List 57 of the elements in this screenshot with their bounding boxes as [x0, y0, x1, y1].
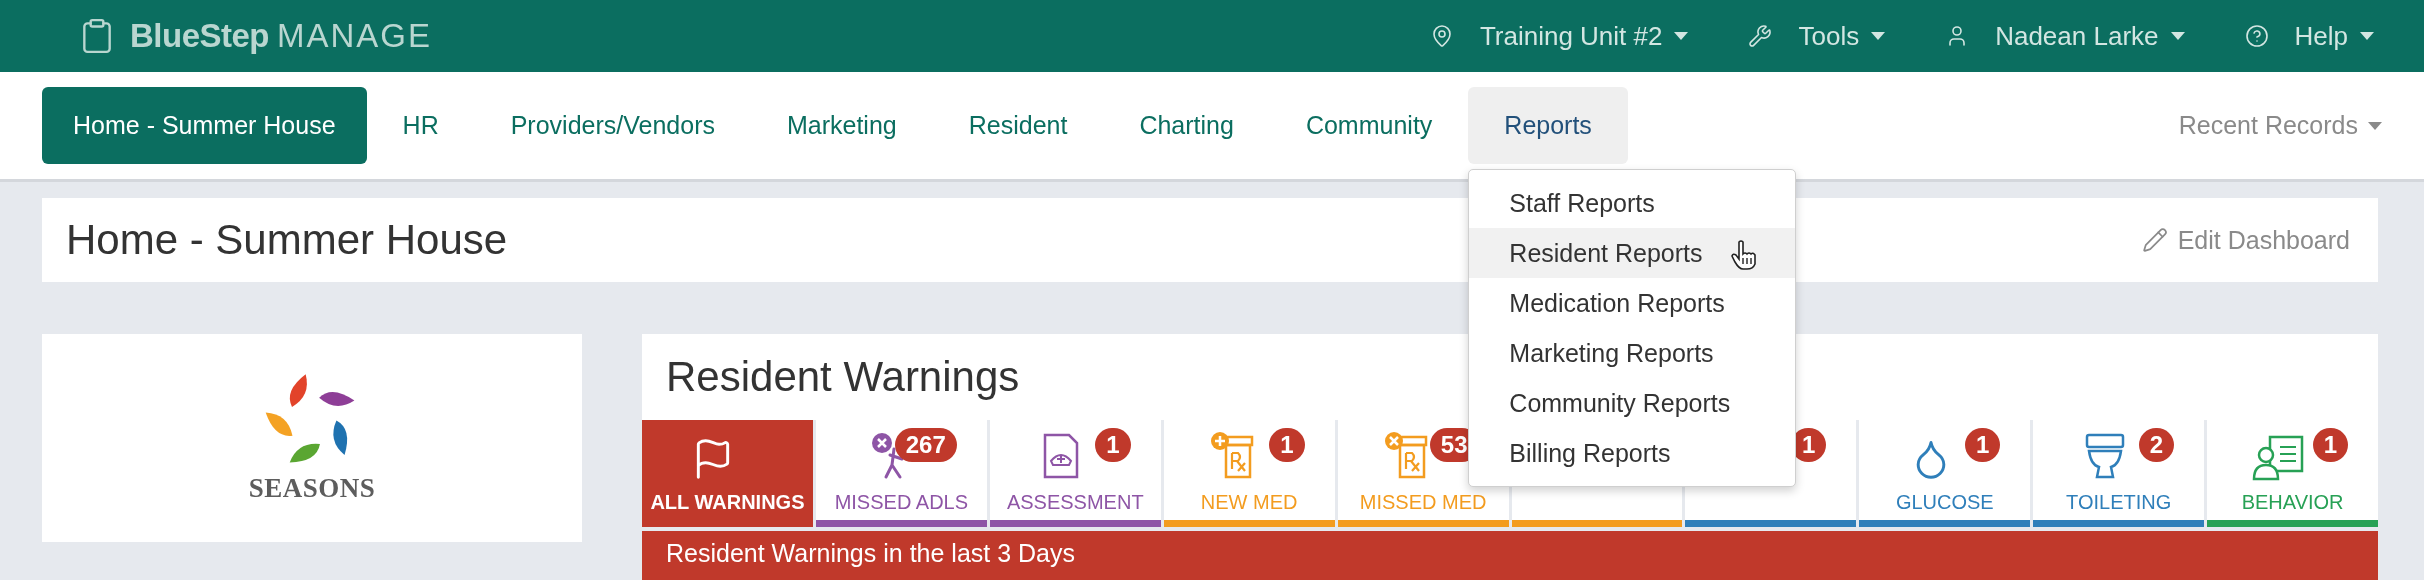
menu-item[interactable]: Resident Reports [1469, 228, 1796, 278]
caret-icon [1674, 32, 1689, 40]
menu-item[interactable]: Medication Reports [1469, 278, 1796, 328]
caret-icon [2360, 32, 2374, 40]
top-menu-button[interactable]: Nadean Larke [1945, 20, 2185, 52]
recent-records-button[interactable]: Recent Records [2178, 111, 2382, 140]
menu-item[interactable]: Staff Reports [1469, 178, 1796, 228]
count-badge: 2 [2138, 428, 2175, 462]
warning-tile[interactable]: TOILETING 2 [2033, 420, 2205, 527]
nav-tab[interactable]: Charting [1103, 87, 1270, 164]
brand-name: BlueStep [130, 17, 270, 55]
count-badge: 267 [894, 428, 957, 462]
nav-tab[interactable]: HR [366, 87, 475, 164]
tile-label: ASSESSMENT [1006, 491, 1144, 514]
caret-icon [2170, 32, 2185, 40]
tile-label: MISSED MED [1359, 491, 1487, 514]
person-x-icon [870, 431, 905, 481]
tile-label: ALL WARNINGS [650, 491, 805, 514]
logo-text: SEASONS [248, 472, 376, 504]
hand-cursor-icon [1731, 240, 1758, 270]
tile-label: BEHAVIOR [2241, 491, 2344, 514]
edit-dashboard-link[interactable]: Edit Dashboard [2141, 225, 2350, 255]
menu-item[interactable]: Billing Reports [1469, 428, 1796, 478]
nav-tab[interactable]: Providers/Vendors [474, 87, 751, 164]
warning-tile[interactable]: BEHAVIOR 1 [2207, 420, 2379, 527]
top-menu-button[interactable]: Help [2244, 20, 2374, 52]
nav-tab[interactable]: Reports [1468, 87, 1628, 164]
count-badge: 1 [2312, 428, 2349, 462]
nav-tab[interactable]: Home - Summer House [42, 87, 367, 164]
nav-tab[interactable]: Marketing [750, 87, 933, 164]
help-icon [2244, 24, 2269, 48]
count-badge: 1 [1269, 428, 1305, 462]
caret-icon [2368, 121, 2382, 130]
wrench-icon [1748, 24, 1773, 48]
tile-label: NEW MED [1200, 491, 1298, 514]
warning-tile[interactable]: MISSED ADLS 267 [815, 420, 987, 527]
top-menu-button[interactable]: Training Unit #2 [1429, 20, 1689, 52]
pencil-icon [2141, 227, 2168, 253]
count-badge: 1 [1964, 428, 2001, 462]
tile-label: MISSED ADLS [834, 491, 969, 514]
top-menu-button[interactable]: Tools [1748, 20, 1886, 52]
warning-tile[interactable]: NEW MED 1 [1163, 420, 1335, 527]
caret-icon [1871, 32, 1886, 40]
person-card-icon [2251, 433, 2306, 481]
panel-title: Resident Warnings [666, 353, 1020, 401]
menu-item[interactable]: Marketing Reports [1469, 328, 1796, 378]
nav-tab[interactable]: Resident [932, 87, 1104, 164]
tile-label: TOILETING [2066, 491, 2172, 514]
tile-label: GLUCOSE [1895, 491, 1994, 514]
warning-tile[interactable]: ASSESSMENT 1 [989, 420, 1161, 527]
product-name: MANAGE [277, 17, 433, 55]
nav-tab[interactable]: Community [1269, 87, 1469, 164]
page-title: Home - Summer House [66, 216, 508, 264]
count-badge: 1 [1095, 428, 1131, 462]
banner-text: Resident Warnings in the last 3 Days [666, 539, 1075, 568]
menu-item[interactable]: Community Reports [1469, 378, 1796, 428]
warning-tile[interactable]: GLUCOSE 1 [1859, 420, 2031, 527]
